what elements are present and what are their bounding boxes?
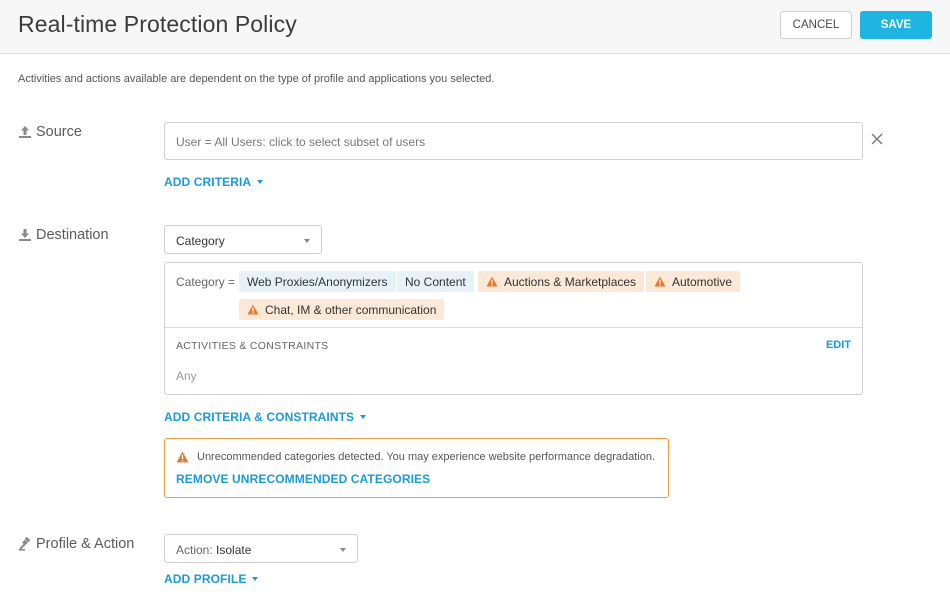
add-criteria-link[interactable]: ADD CRITERIA bbox=[164, 175, 264, 189]
category-chip-label: Web Proxies/Anonymizers bbox=[247, 274, 388, 289]
cancel-button[interactable]: CANCEL bbox=[780, 11, 852, 39]
activities-constraints-title: ACTIVITIES & CONSTRAINTS bbox=[176, 340, 329, 352]
destination-criteria-box: Category = Web Proxies/Anonymizers No Co… bbox=[164, 262, 863, 395]
activities-edit-link[interactable]: EDIT bbox=[826, 339, 851, 351]
add-criteria-constraints-label: ADD CRITERIA & CONSTRAINTS bbox=[164, 410, 355, 424]
chevron-down-icon bbox=[340, 548, 346, 552]
caret-down-icon bbox=[252, 577, 259, 581]
remove-unrecommended-link[interactable]: REMOVE UNRECOMMENDED CATEGORIES bbox=[176, 472, 430, 486]
action-prefix: Action: bbox=[176, 543, 213, 557]
warning-icon bbox=[247, 304, 259, 315]
profile-action-label: Profile & Action bbox=[36, 536, 135, 552]
source-label: Source bbox=[36, 124, 82, 140]
destination-type-value: Category bbox=[176, 234, 225, 248]
category-prefix: Category = bbox=[176, 275, 236, 289]
upload-icon bbox=[19, 126, 31, 138]
warning-message: Unrecommended categories detected. You m… bbox=[176, 451, 655, 463]
category-chip[interactable]: No Content bbox=[397, 271, 474, 292]
warning-icon bbox=[654, 276, 666, 287]
add-profile-label: ADD PROFILE bbox=[164, 572, 247, 586]
warning-text: Unrecommended categories detected. You m… bbox=[197, 451, 655, 463]
destination-label: Destination bbox=[36, 227, 109, 243]
category-chip-warning[interactable]: Auctions & Marketplaces bbox=[478, 271, 645, 292]
category-chip-warning[interactable]: Chat, IM & other communication bbox=[239, 299, 445, 320]
add-profile-link[interactable]: ADD PROFILE bbox=[164, 572, 259, 586]
page-title: Real-time Protection Policy bbox=[18, 11, 297, 37]
caret-down-icon bbox=[257, 180, 264, 184]
page-header: Real-time Protection Policy CANCEL SAVE bbox=[0, 0, 950, 54]
warning-icon bbox=[486, 276, 498, 287]
destination-type-select[interactable]: Category bbox=[164, 225, 322, 254]
action-select[interactable]: Action: Isolate bbox=[164, 534, 358, 563]
category-chip-warning[interactable]: Automotive bbox=[646, 271, 741, 292]
close-icon[interactable] bbox=[869, 131, 885, 147]
action-value: Isolate bbox=[216, 543, 252, 557]
profile-action-section-label: Profile & Action bbox=[18, 536, 134, 552]
warning-icon bbox=[176, 451, 189, 463]
destination-section-label: Destination bbox=[18, 227, 109, 243]
user-criteria-field[interactable]: User = All Users: click to select subset… bbox=[164, 122, 863, 160]
add-criteria-constraints-link[interactable]: ADD CRITERIA & CONSTRAINTS bbox=[164, 410, 367, 424]
category-chip[interactable]: Web Proxies/Anonymizers bbox=[239, 271, 396, 292]
category-chip-label: Chat, IM & other communication bbox=[265, 302, 437, 317]
category-row[interactable]: Category = Web Proxies/Anonymizers No Co… bbox=[165, 263, 862, 328]
caret-down-icon bbox=[360, 415, 367, 419]
category-chip-label: No Content bbox=[405, 274, 466, 289]
add-criteria-label: ADD CRITERIA bbox=[164, 175, 252, 189]
source-section-label: Source bbox=[18, 124, 82, 140]
category-chip-label: Auctions & Marketplaces bbox=[504, 274, 637, 289]
page-description: Activities and actions available are dep… bbox=[18, 73, 495, 85]
category-chip-label: Automotive bbox=[672, 274, 733, 289]
download-icon bbox=[19, 229, 31, 241]
save-button[interactable]: SAVE bbox=[860, 11, 932, 39]
chevron-down-icon bbox=[304, 239, 310, 243]
activities-value: Any bbox=[176, 369, 197, 383]
gavel-icon bbox=[19, 537, 31, 551]
unrecommended-warning-box: Unrecommended categories detected. You m… bbox=[164, 438, 669, 498]
